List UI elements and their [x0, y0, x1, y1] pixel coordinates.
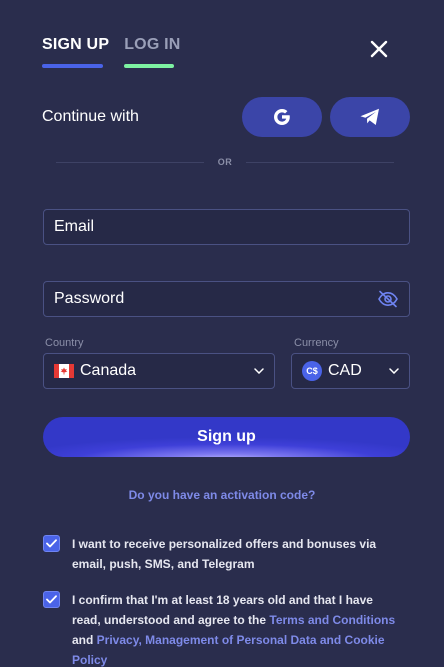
currency-label: Currency	[294, 337, 339, 349]
eye-off-icon[interactable]	[377, 290, 399, 308]
password-placeholder: Password	[54, 290, 125, 307]
continue-with-label: Continue with	[42, 108, 139, 125]
age-consent-row: I confirm that I'm at least 18 years old…	[43, 590, 403, 667]
divider-line-right	[246, 161, 394, 163]
offers-consent-text: I want to receive personalized offers an…	[72, 537, 377, 571]
chevron-down-icon	[389, 368, 399, 374]
privacy-policy-link[interactable]: Privacy, Management of Personal Data and…	[72, 633, 385, 667]
divider-or-text: OR	[217, 157, 233, 167]
country-value: Canada	[80, 362, 137, 379]
offers-checkbox[interactable]	[43, 535, 60, 552]
age-consent-text: I confirm that I'm at least 18 years old…	[72, 590, 403, 667]
email-field[interactable]: Email	[43, 209, 410, 245]
signup-button[interactable]: Sign up	[43, 417, 410, 457]
checkmark-icon	[46, 595, 57, 604]
tab-signup-underline	[42, 64, 103, 68]
social-login-row: Continue with	[42, 97, 410, 137]
email-placeholder: Email	[54, 218, 95, 235]
tab-signup[interactable]: SIGN UP	[42, 36, 109, 68]
offers-consent-row: I want to receive personalized offers an…	[43, 534, 403, 574]
checkmark-icon	[46, 539, 57, 548]
terms-link[interactable]: Terms and Conditions	[269, 613, 395, 627]
divider-line-left	[56, 161, 204, 163]
tab-login-label: LOG IN	[124, 36, 181, 53]
close-icon[interactable]	[370, 40, 388, 58]
tab-signup-label: SIGN UP	[42, 36, 110, 53]
chevron-down-icon	[254, 368, 264, 374]
country-label: Country	[45, 337, 84, 349]
password-field[interactable]: Password	[43, 281, 410, 317]
telegram-icon	[360, 108, 379, 125]
tab-login[interactable]: LOG IN	[124, 36, 180, 68]
google-icon	[274, 109, 290, 125]
activation-code-link[interactable]: Do you have an activation code?	[0, 488, 444, 502]
telegram-button[interactable]	[330, 97, 410, 137]
country-select[interactable]: Canada	[43, 353, 275, 389]
google-button[interactable]	[242, 97, 322, 137]
canada-flag-icon	[54, 364, 74, 378]
tab-login-underline	[124, 64, 175, 68]
currency-select[interactable]: C$ CAD	[291, 353, 410, 389]
or-divider: OR	[56, 155, 394, 169]
age-checkbox[interactable]	[43, 591, 60, 608]
cad-currency-icon: C$	[302, 361, 322, 381]
age-consent-and: and	[72, 633, 97, 647]
auth-tabs: SIGN UP LOG IN	[42, 36, 181, 68]
currency-value: CAD	[328, 362, 362, 379]
